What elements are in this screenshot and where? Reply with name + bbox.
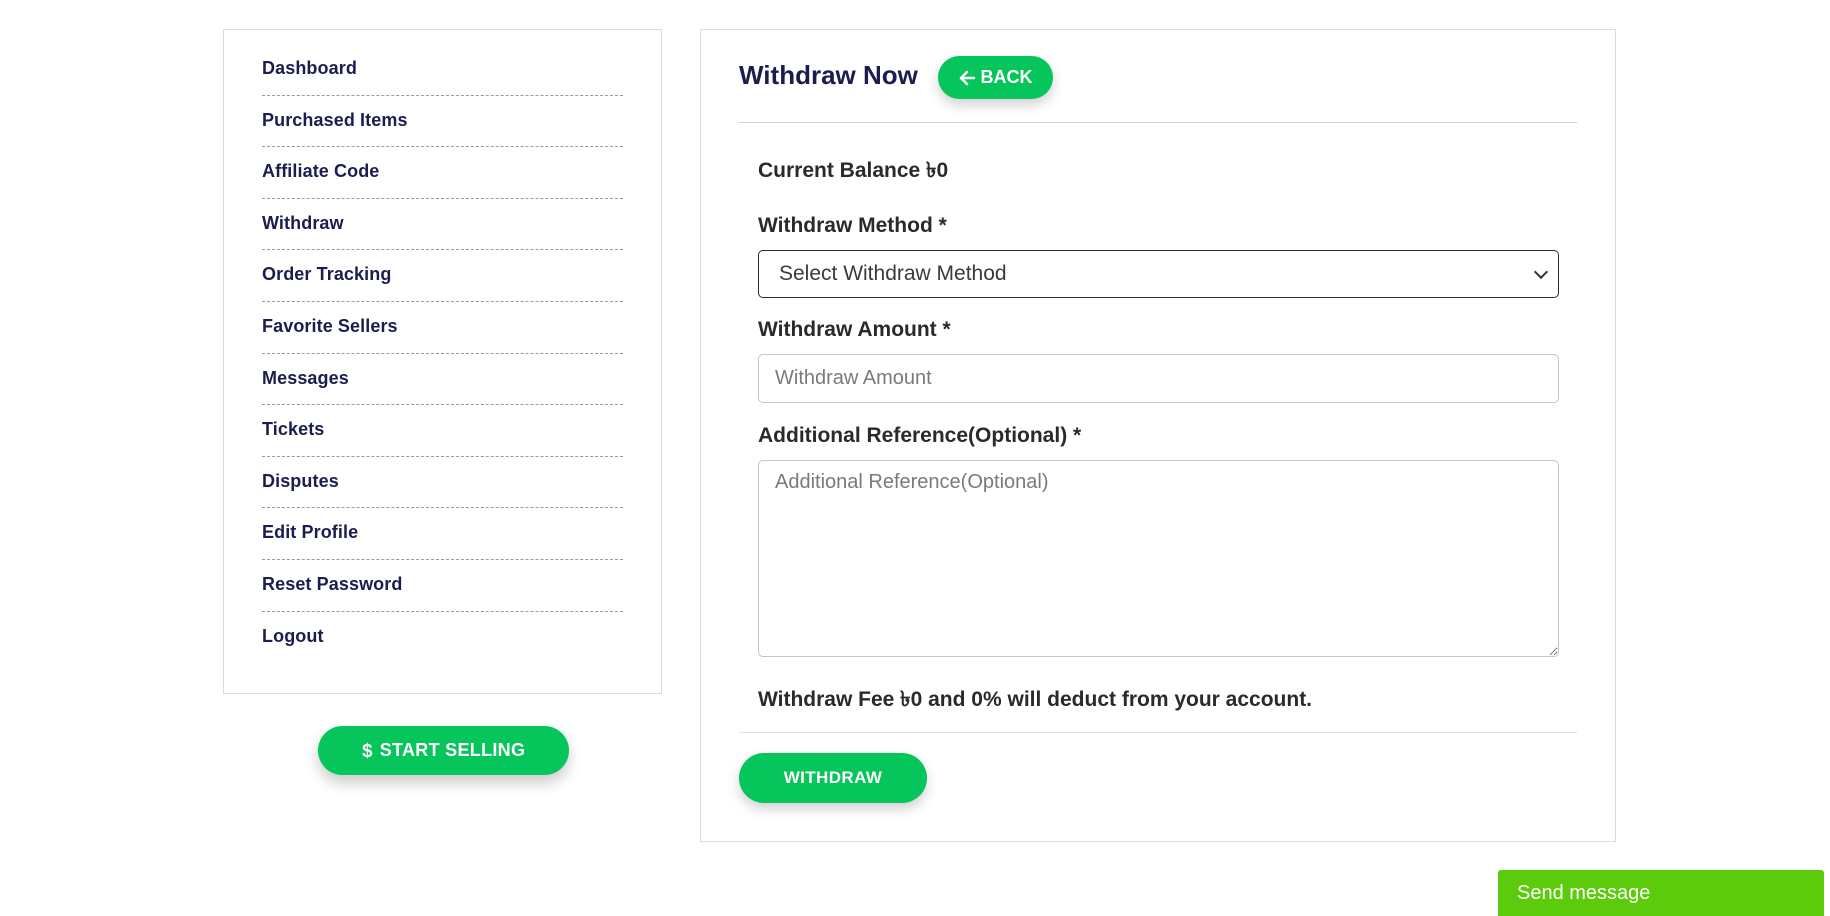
footer-divider — [739, 732, 1577, 733]
sidebar-item-purchased-items[interactable]: Purchased Items — [262, 96, 623, 148]
svg-text:$: $ — [362, 741, 373, 761]
dollar-icon: $ — [362, 741, 374, 761]
sidebar-item-withdraw[interactable]: Withdraw — [262, 199, 623, 251]
start-selling-button[interactable]: $ START SELLING — [318, 726, 569, 775]
withdraw-method-label: Withdraw Method * — [758, 214, 947, 237]
back-label: BACK — [980, 67, 1033, 87]
sidebar-item-logout[interactable]: Logout — [262, 612, 623, 664]
withdraw-amount-label: Withdraw Amount * — [758, 318, 951, 341]
back-button[interactable]: BACK — [938, 56, 1053, 99]
sidebar-item-order-tracking[interactable]: Order Tracking — [262, 250, 623, 302]
withdraw-amount-input[interactable] — [758, 354, 1559, 403]
page-title: Withdraw Now — [739, 60, 918, 90]
additional-reference-label: Additional Reference(Optional) * — [758, 424, 1082, 447]
additional-reference-textarea[interactable] — [758, 460, 1559, 657]
chevron-down-icon — [1533, 264, 1549, 280]
account-sidebar: Dashboard Purchased Items Affiliate Code… — [223, 29, 662, 694]
sidebar-item-disputes[interactable]: Disputes — [262, 457, 623, 509]
withdraw-fee-note: Withdraw Fee ৳0 and 0% will deduct from … — [758, 688, 1313, 711]
current-balance: Current Balance ৳0 — [758, 159, 949, 182]
sidebar-item-affiliate-code[interactable]: Affiliate Code — [262, 147, 623, 199]
sidebar-item-edit-profile[interactable]: Edit Profile — [262, 508, 623, 560]
withdraw-button[interactable]: WITHDRAW — [739, 753, 927, 803]
sidebar-item-favorite-sellers[interactable]: Favorite Sellers — [262, 302, 623, 354]
header-divider — [739, 122, 1577, 123]
send-message-widget[interactable]: Send message — [1498, 870, 1824, 916]
withdraw-method-selected: Select Withdraw Method — [779, 262, 1007, 285]
withdraw-method-select[interactable]: Select Withdraw Method — [758, 250, 1559, 298]
sidebar-item-messages[interactable]: Messages — [262, 354, 623, 406]
sidebar-item-reset-password[interactable]: Reset Password — [262, 560, 623, 612]
withdraw-card: Withdraw Now BACK Current Balance ৳0 Wit… — [700, 29, 1616, 842]
send-message-label: Send message — [1517, 881, 1651, 904]
start-selling-label: START SELLING — [379, 740, 526, 760]
arrow-left-icon — [959, 70, 975, 86]
sidebar-item-tickets[interactable]: Tickets — [262, 405, 623, 457]
sidebar-item-dashboard[interactable]: Dashboard — [262, 58, 623, 96]
